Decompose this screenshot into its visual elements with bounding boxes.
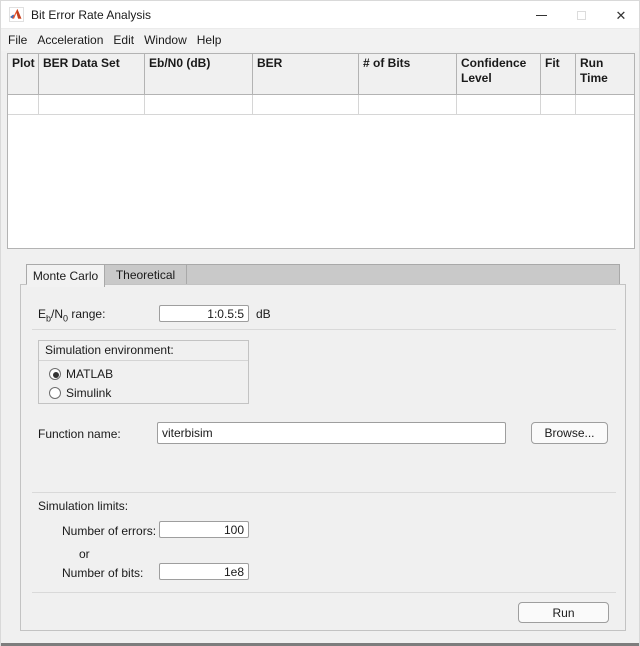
ebn0-range-input[interactable]	[159, 305, 249, 322]
simulation-environment-title: Simulation environment:	[39, 341, 248, 361]
table-cell	[253, 95, 359, 114]
column-header-ber-data-set: BER Data Set	[39, 54, 145, 94]
maximize-icon	[577, 11, 586, 20]
table-cell	[145, 95, 253, 114]
menu-window[interactable]: Window	[140, 31, 191, 49]
radio-button-icon	[49, 368, 61, 380]
close-icon: ✕	[616, 9, 627, 22]
maximize-button	[561, 1, 601, 29]
minimize-icon	[536, 15, 547, 16]
separator	[32, 592, 616, 593]
separator	[32, 329, 616, 330]
tab-monte-carlo[interactable]: Monte Carlo	[27, 265, 105, 287]
table-cell	[8, 95, 39, 114]
simulation-limits-label: Simulation limits:	[38, 499, 128, 513]
menu-file[interactable]: File	[4, 31, 31, 49]
table-cell	[39, 95, 145, 114]
number-of-bits-label: Number of bits:	[62, 566, 143, 580]
tab-strip: Monte Carlo Theoretical	[26, 264, 620, 285]
titlebar: Bit Error Rate Analysis ✕	[1, 1, 640, 29]
menu-acceleration[interactable]: Acceleration	[33, 31, 107, 49]
table-row[interactable]	[8, 95, 634, 115]
table-cell	[359, 95, 457, 114]
window-title: Bit Error Rate Analysis	[31, 8, 151, 22]
table-header: Plot BER Data Set Eb/N0 (dB) BER # of Bi…	[8, 54, 634, 95]
matlab-logo-icon	[9, 7, 24, 22]
run-button[interactable]: Run	[518, 602, 609, 623]
radio-simulink[interactable]: Simulink	[49, 386, 111, 400]
column-header-confidence-level: Confidence Level	[457, 54, 541, 94]
monte-carlo-panel: Eb/N0 range: dB Simulation environment: …	[20, 284, 626, 631]
column-header-fit: Fit	[541, 54, 576, 94]
bertool-window: Bit Error Rate Analysis ✕ File Accelerat…	[0, 0, 640, 646]
or-label: or	[79, 547, 90, 561]
table-cell	[541, 95, 576, 114]
column-header-num-bits: # of Bits	[359, 54, 457, 94]
function-name-input[interactable]	[157, 422, 506, 444]
radio-button-icon	[49, 387, 61, 399]
column-header-ber: BER	[253, 54, 359, 94]
number-of-bits-input[interactable]	[159, 563, 249, 580]
browse-button[interactable]: Browse...	[531, 422, 608, 444]
table-cell	[576, 95, 634, 114]
number-of-errors-label: Number of errors:	[62, 524, 156, 538]
number-of-errors-input[interactable]	[159, 521, 249, 538]
menu-edit[interactable]: Edit	[109, 31, 138, 49]
radio-matlab[interactable]: MATLAB	[49, 367, 113, 381]
column-header-run-time: Run Time	[576, 54, 634, 94]
column-header-plot: Plot	[8, 54, 39, 94]
simulation-environment-group: Simulation environment: MATLAB Simulink	[38, 340, 249, 404]
tab-theoretical[interactable]: Theoretical	[105, 265, 187, 285]
menubar: File Acceleration Edit Window Help	[1, 29, 640, 51]
radio-simulink-label: Simulink	[66, 386, 111, 400]
close-button[interactable]: ✕	[601, 1, 640, 29]
table-empty-area	[8, 115, 634, 248]
ebn0-range-label: Eb/N0 range:	[38, 307, 105, 323]
ebn0-unit-label: dB	[256, 307, 271, 321]
table-cell	[457, 95, 541, 114]
window-controls: ✕	[521, 1, 640, 29]
menu-help[interactable]: Help	[193, 31, 226, 49]
minimize-button[interactable]	[521, 1, 561, 29]
column-header-ebn0: Eb/N0 (dB)	[145, 54, 253, 94]
ber-results-table: Plot BER Data Set Eb/N0 (dB) BER # of Bi…	[7, 53, 635, 249]
separator	[32, 492, 616, 493]
function-name-label: Function name:	[38, 427, 121, 441]
radio-matlab-label: MATLAB	[66, 367, 113, 381]
